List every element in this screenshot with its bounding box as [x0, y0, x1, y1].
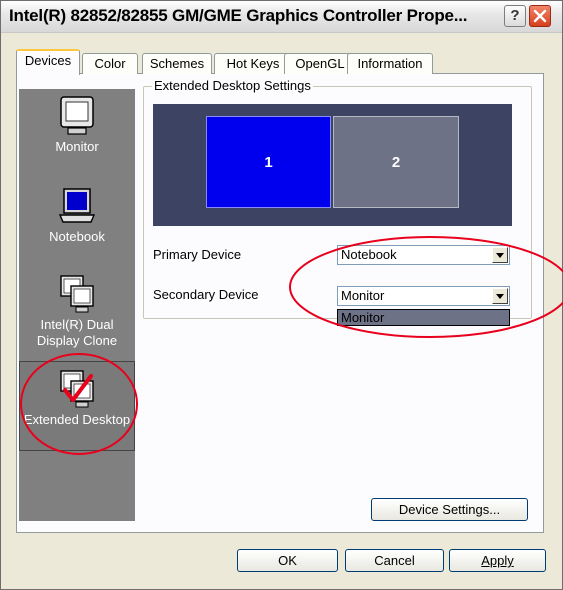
title-bar: Intel(R) 82852/82855 GM/GME Graphics Con… [1, 1, 562, 33]
help-button[interactable]: ? [504, 5, 526, 27]
device-settings-button[interactable]: Device Settings... [371, 498, 528, 521]
tab-information[interactable]: Information [347, 53, 433, 74]
device-label-monitor: Monitor [55, 139, 99, 154]
device-item-monitor[interactable]: Monitor [19, 95, 135, 179]
close-button[interactable] [529, 5, 551, 27]
display-1[interactable]: 1 [206, 116, 331, 208]
device-label-extended-desktop: Extended Desktop [23, 412, 131, 427]
device-item-dual-display-clone[interactable]: Intel(R) Dual Display Clone [19, 273, 135, 363]
tab-opengl[interactable]: OpenGL [284, 53, 356, 74]
device-list: Monitor Notebook Intel(R) Dual Display C… [19, 89, 135, 521]
chevron-down-icon [496, 294, 504, 299]
window-title: Intel(R) 82852/82855 GM/GME Graphics Con… [9, 6, 468, 25]
display-2[interactable]: 2 [333, 116, 459, 208]
tab-schemes[interactable]: Schemes [142, 53, 212, 74]
notebook-icon [58, 188, 96, 223]
tab-devices[interactable]: Devices [16, 49, 80, 75]
secondary-device-value: Monitor [341, 288, 385, 303]
device-label-notebook: Notebook [49, 229, 105, 244]
tab-color[interactable]: Color [82, 53, 138, 74]
secondary-device-label: Secondary Device [153, 287, 259, 302]
primary-device-label: Primary Device [153, 247, 242, 262]
extended-desktop-icon [60, 370, 94, 408]
device-item-extended-desktop[interactable]: Extended Desktop [19, 361, 135, 451]
device-label-dual-display-clone: Intel(R) Dual Display Clone [36, 317, 118, 348]
cancel-button[interactable]: Cancel [345, 549, 444, 572]
ok-button[interactable]: OK [237, 549, 338, 572]
primary-device-select[interactable]: Notebook [337, 245, 510, 265]
primary-dropdown-arrow[interactable] [492, 247, 508, 263]
apply-button[interactable]: Apply [449, 549, 546, 572]
primary-device-value: Notebook [341, 247, 397, 262]
dual-display-icon [60, 275, 94, 313]
device-item-notebook[interactable]: Notebook [19, 185, 135, 269]
secondary-dropdown-arrow[interactable] [492, 288, 508, 304]
group-title: Extended Desktop Settings [152, 78, 313, 93]
secondary-dropdown-option[interactable]: Monitor [337, 309, 510, 326]
secondary-device-select[interactable]: Monitor [337, 286, 510, 306]
close-icon [533, 9, 547, 23]
monitor-icon [60, 96, 94, 135]
tab-hot-keys[interactable]: Hot Keys [214, 53, 292, 74]
chevron-down-icon [496, 253, 504, 258]
